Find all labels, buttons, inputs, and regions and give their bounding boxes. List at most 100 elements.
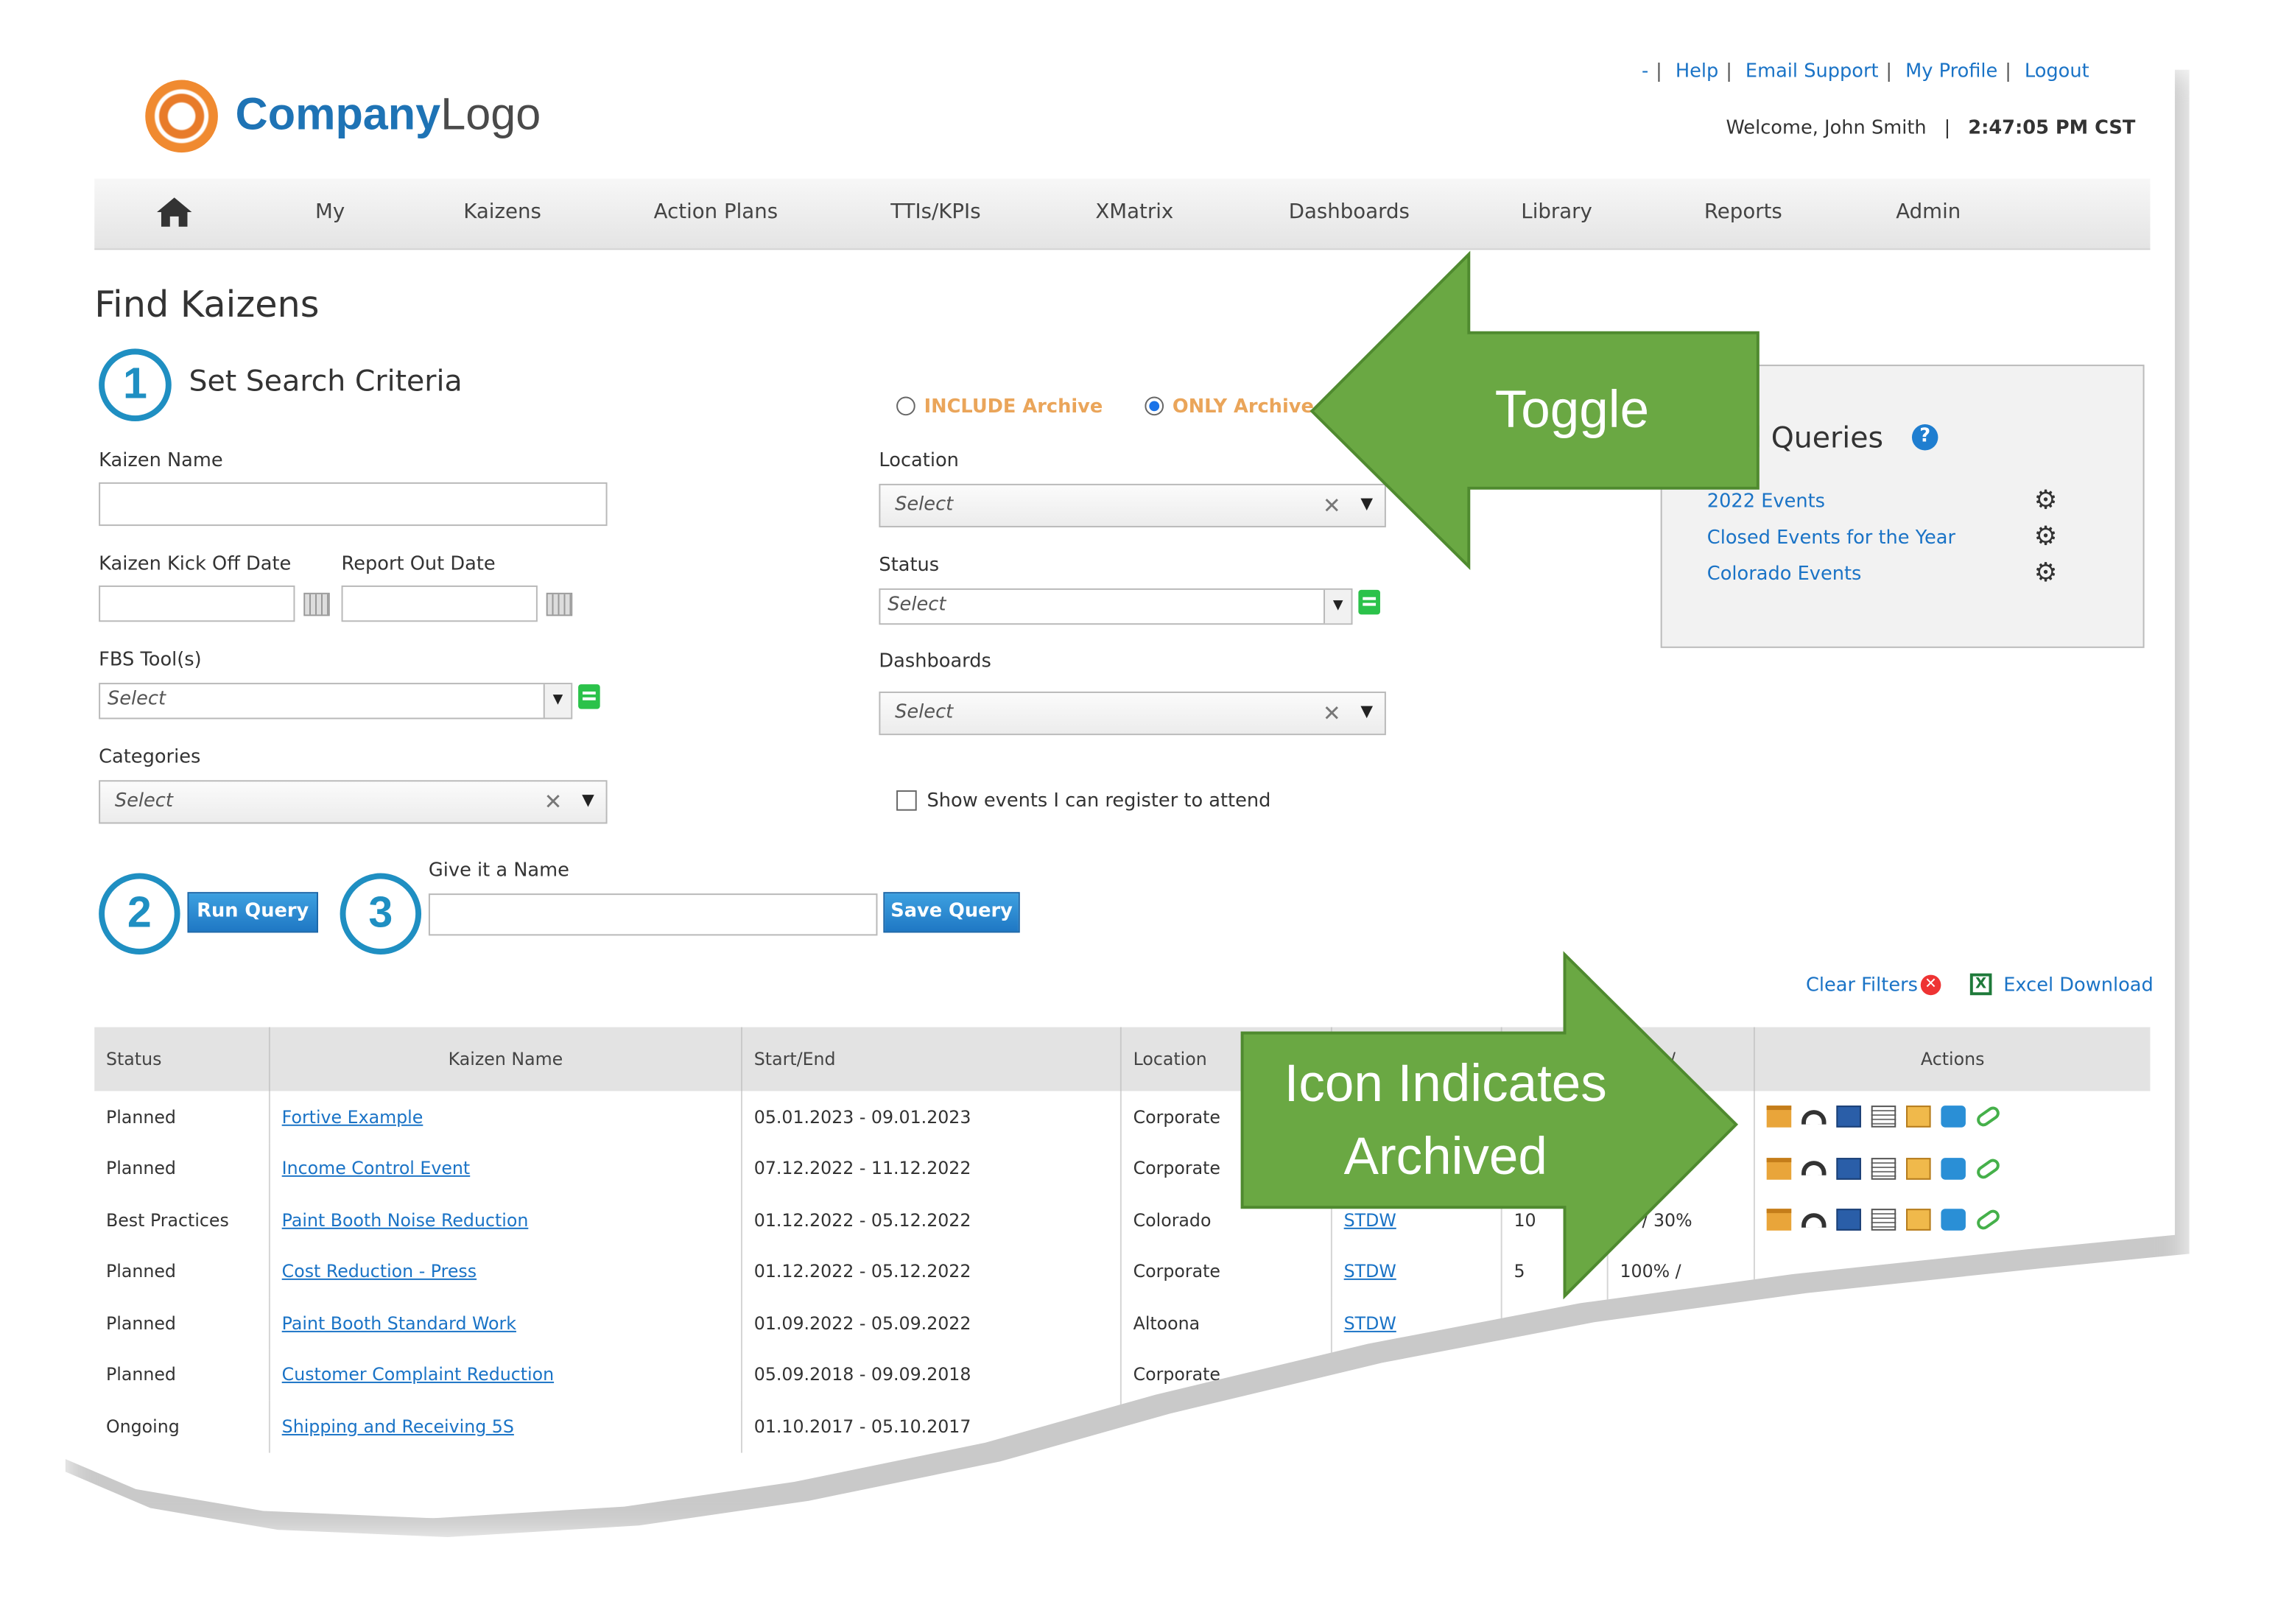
row-kaizen-link[interactable]: Paint Booth Noise Reduction: [282, 1210, 529, 1231]
clock-text: 2:47:05 PM CST: [1968, 117, 2136, 140]
calendar-icon[interactable]: [546, 592, 573, 616]
archive-box-icon[interactable]: [1766, 1105, 1792, 1128]
link-icon[interactable]: [1974, 1156, 2003, 1181]
logout-link[interactable]: Logout: [2025, 61, 2089, 83]
row-status: Planned: [94, 1297, 270, 1349]
document-icon[interactable]: [1871, 1209, 1896, 1231]
row-status: Best Practices: [94, 1194, 270, 1246]
link-icon[interactable]: [1974, 1104, 2003, 1130]
clear-icon[interactable]: ✕: [1323, 700, 1341, 727]
document-icon[interactable]: [1871, 1157, 1896, 1180]
row-fbs-link[interactable]: STDW: [1344, 1313, 1396, 1334]
nav-my[interactable]: My: [315, 200, 345, 224]
row-kaizen-link[interactable]: Paint Booth Standard Work: [282, 1313, 516, 1334]
email-support-link[interactable]: Email Support: [1746, 61, 1879, 83]
nav-xmatrix[interactable]: XMatrix: [1095, 200, 1173, 224]
row-dates: 05.09.2018 - 09.09.2018: [742, 1349, 1122, 1401]
row-kaizen-link[interactable]: Cost Reduction - Press: [282, 1262, 477, 1282]
excel-icon[interactable]: X: [1969, 973, 1992, 996]
mail-icon[interactable]: [1906, 1105, 1931, 1128]
save-query-button[interactable]: Save Query: [883, 892, 1020, 933]
categories-value: Select: [114, 790, 173, 812]
edit-icon[interactable]: [1836, 1105, 1861, 1128]
col-status[interactable]: Status: [94, 1027, 270, 1092]
location-label: Location: [879, 450, 959, 473]
help-link[interactable]: Help: [1676, 61, 1718, 83]
chevron-down-icon[interactable]: ▼: [1360, 702, 1373, 721]
clear-icon[interactable]: ✕: [544, 789, 563, 815]
clear-filters-link[interactable]: Clear Filters: [1806, 975, 1918, 997]
table-header-row: Status Kaizen Name Start/End Location pl…: [94, 1027, 2151, 1092]
gear-icon[interactable]: ⚙: [2034, 521, 2058, 552]
table-row: Planned Paint Booth Standard Work 01.09.20…: [94, 1297, 2150, 1349]
list-icon[interactable]: [578, 684, 600, 709]
gauge-icon[interactable]: [1801, 1161, 1827, 1176]
row-kaizen-link[interactable]: Income Control Event: [282, 1159, 471, 1179]
edit-icon[interactable]: [1836, 1209, 1861, 1231]
kickoff-date-input[interactable]: [99, 585, 295, 622]
only-archive-radio[interactable]: [1145, 396, 1164, 416]
row-dates: 07.12.2022 - 11.12.2022: [742, 1142, 1122, 1195]
gear-icon[interactable]: ⚙: [2034, 485, 2058, 516]
archive-box-icon[interactable]: [1766, 1157, 1792, 1180]
nav-ttis-kpis[interactable]: TTIs/KPIs: [890, 200, 980, 224]
gauge-icon[interactable]: [1801, 1212, 1827, 1228]
report-out-date-label: Report Out Date: [341, 553, 496, 576]
report-out-date-input[interactable]: [341, 585, 538, 622]
logo-text-logo: Logo: [440, 88, 541, 140]
archive-box-icon[interactable]: [1766, 1209, 1792, 1231]
nav-reports[interactable]: Reports: [1704, 200, 1782, 224]
nav-library[interactable]: Library: [1521, 200, 1592, 224]
mail-icon[interactable]: [1906, 1157, 1931, 1180]
status-label: Status: [879, 555, 940, 577]
col-kaizen-name[interactable]: Kaizen Name: [269, 1027, 742, 1092]
help-icon[interactable]: ?: [1911, 423, 1938, 451]
nav-action-plans[interactable]: Action Plans: [654, 200, 778, 224]
chevron-down-icon[interactable]: ▼: [1323, 589, 1351, 624]
row-actions: [1754, 1349, 2151, 1401]
categories-select[interactable]: Select ✕ ▼: [99, 780, 608, 824]
include-archive-radio[interactable]: [896, 396, 915, 416]
chat-icon[interactable]: [1941, 1105, 1966, 1128]
dashboards-select[interactable]: Select ✕ ▼: [879, 691, 1386, 736]
location-value: Select: [895, 493, 954, 516]
my-profile-link[interactable]: My Profile: [1905, 61, 1997, 83]
chat-icon[interactable]: [1941, 1209, 1966, 1231]
nav-dashboards[interactable]: Dashboards: [1289, 200, 1410, 224]
calendar-icon[interactable]: [303, 592, 330, 616]
company-logo[interactable]: CompanyLogo: [236, 88, 541, 141]
row-kaizen-link[interactable]: Customer Complaint Reduction: [282, 1365, 554, 1385]
row-kaizen-link[interactable]: Fortive Example: [282, 1107, 423, 1128]
list-icon[interactable]: [1358, 589, 1380, 615]
kaizen-name-input[interactable]: [99, 482, 608, 527]
register-checkbox[interactable]: [896, 790, 917, 811]
home-icon[interactable]: [155, 196, 193, 228]
nav-admin[interactable]: Admin: [1896, 200, 1961, 224]
saved-query-link[interactable]: Colorado Events: [1707, 563, 1862, 586]
nav-kaizens[interactable]: Kaizens: [463, 200, 541, 224]
row-count: [1501, 1400, 1609, 1452]
chevron-down-icon[interactable]: ▼: [543, 684, 572, 718]
kickoff-date-label: Kaizen Kick Off Date: [99, 553, 292, 576]
location-select[interactable]: Select ✕ ▼: [879, 483, 1386, 528]
main-nav: My Kaizens Action Plans TTIs/KPIs XMatri…: [94, 178, 2151, 250]
fbs-tools-select[interactable]: Select ▼: [99, 683, 573, 720]
run-query-button[interactable]: Run Query: [187, 892, 318, 933]
row-kaizen-link[interactable]: Shipping and Receiving 5S: [282, 1416, 514, 1437]
chat-icon[interactable]: [1941, 1157, 1966, 1180]
query-name-input[interactable]: [428, 893, 878, 936]
document-icon[interactable]: [1871, 1105, 1896, 1128]
link-icon[interactable]: [1974, 1207, 2003, 1233]
status-select[interactable]: Select ▼: [879, 588, 1353, 625]
chevron-down-icon[interactable]: ▼: [582, 790, 594, 809]
row-dates: 01.12.2022 - 05.12.2022: [742, 1245, 1122, 1298]
col-start-end[interactable]: Start/End: [742, 1027, 1122, 1092]
archived-callout-line2: Archived: [1343, 1125, 1547, 1186]
mail-icon[interactable]: [1906, 1209, 1931, 1231]
excel-download-link[interactable]: Excel Download: [2003, 975, 2154, 997]
gear-icon[interactable]: ⚙: [2034, 558, 2058, 588]
clear-filters-icon[interactable]: ✕: [1920, 974, 1941, 996]
gauge-icon[interactable]: [1801, 1109, 1827, 1125]
welcome-text: Welcome, John Smith: [1726, 117, 1927, 140]
edit-icon[interactable]: [1836, 1157, 1861, 1180]
